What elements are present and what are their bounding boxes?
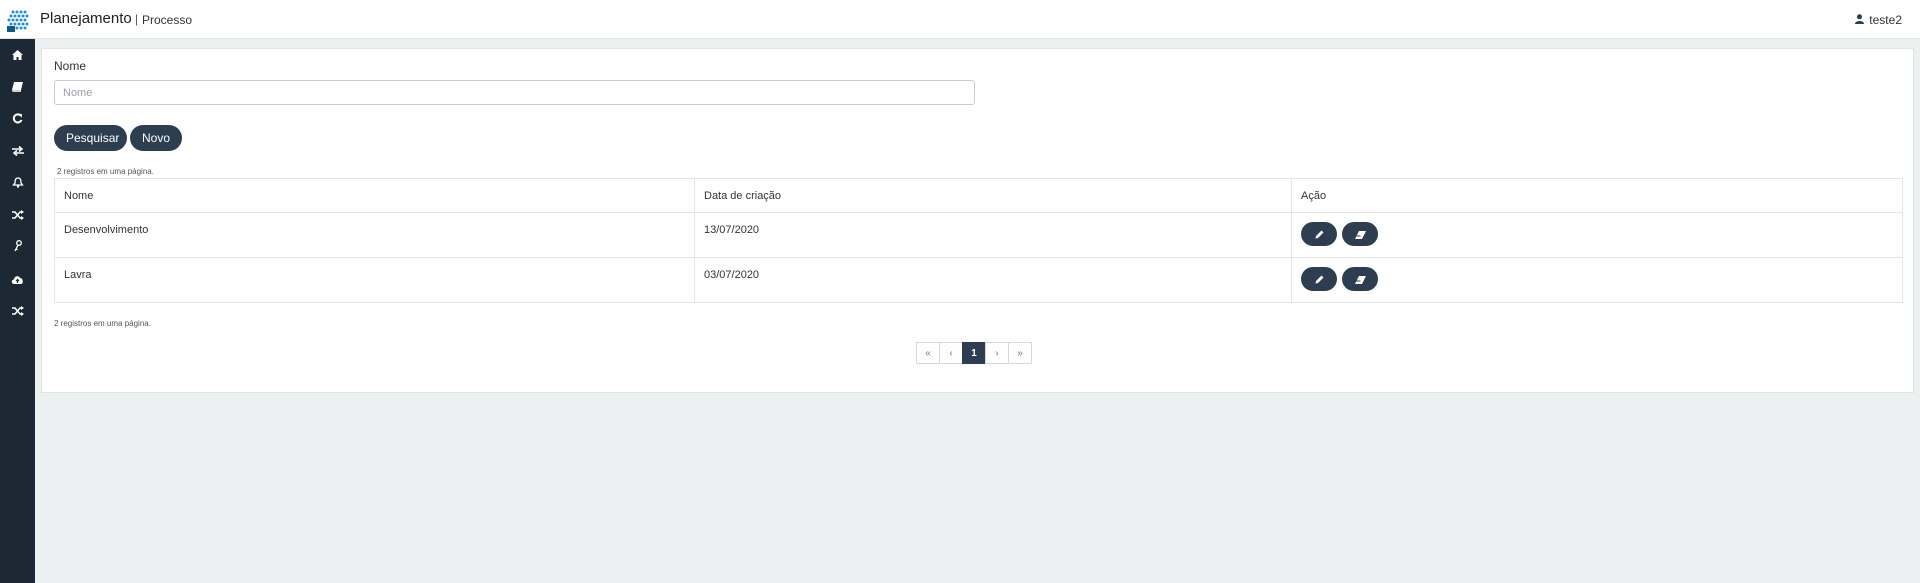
cell-data: 13/07/2020	[694, 212, 1292, 258]
edit-button[interactable]	[1301, 222, 1337, 246]
brand-title[interactable]: Planejamento	[40, 10, 132, 27]
cell-nome: Lavra	[54, 257, 695, 303]
table-row: Lavra 03/07/2020	[54, 257, 1903, 303]
name-label: Nome	[54, 59, 87, 73]
pagination: « ‹ 1 › »	[916, 342, 1032, 364]
user-icon	[1855, 13, 1865, 27]
sidebar-item-random-2[interactable]	[0, 299, 35, 325]
eraser-icon	[1354, 272, 1366, 287]
pencil-icon	[1315, 272, 1324, 287]
sidebar-item-cloud-upload[interactable]	[0, 267, 35, 293]
sidebar-item-bell[interactable]	[0, 171, 35, 197]
page-current-button[interactable]: 1	[962, 342, 986, 364]
cell-acao	[1291, 257, 1903, 303]
key-icon	[13, 239, 23, 257]
brand-separator: |	[135, 12, 139, 26]
page-prev-button[interactable]: ‹	[939, 342, 963, 364]
logo-icon[interactable]	[5, 8, 30, 33]
page-next-button[interactable]: ›	[985, 342, 1009, 364]
table-row: Desenvolvimento 13/07/2020	[54, 212, 1903, 258]
cell-nome: Desenvolvimento	[54, 212, 695, 258]
cloud-upload-icon	[11, 271, 24, 289]
header-data-criacao[interactable]: Data de criação	[694, 178, 1292, 213]
records-info-top: 2 registros em uma página.	[57, 167, 154, 176]
sidebar-item-key[interactable]	[0, 235, 35, 261]
top-bar: Planejamento | Processo teste2	[0, 0, 1920, 39]
exchange-icon	[11, 143, 24, 161]
page-last-button[interactable]: »	[1008, 342, 1032, 364]
bell-icon	[11, 175, 24, 193]
header-nome[interactable]: Nome	[54, 178, 695, 213]
sidebar-item-home[interactable]	[0, 43, 35, 69]
sidebar-item-book[interactable]	[0, 75, 35, 101]
main-panel: Nome Pesquisar Novo 2 registros em uma p…	[41, 48, 1914, 393]
table-header-row: Nome Data de criação Ação	[54, 178, 1903, 213]
pencil-icon	[1315, 227, 1324, 242]
user-menu[interactable]: teste2	[1855, 13, 1902, 27]
sidebar	[0, 39, 35, 583]
cell-data: 03/07/2020	[694, 257, 1292, 303]
eraser-icon	[1354, 227, 1366, 242]
book-icon	[12, 79, 23, 97]
random-icon	[11, 207, 24, 225]
page-first-button[interactable]: «	[916, 342, 940, 364]
records-info-bottom: 2 registros em uma página.	[54, 319, 151, 328]
section-title: Processo	[142, 13, 193, 27]
refresh-icon	[12, 111, 23, 129]
sidebar-item-refresh[interactable]	[0, 107, 35, 133]
home-icon	[12, 47, 23, 65]
search-button[interactable]: Pesquisar	[54, 125, 127, 151]
delete-button[interactable]	[1342, 267, 1378, 291]
name-input[interactable]	[54, 80, 975, 105]
header-acao: Ação	[1291, 178, 1903, 213]
sidebar-item-exchange[interactable]	[0, 139, 35, 165]
sidebar-item-random[interactable]	[0, 203, 35, 229]
new-button[interactable]: Novo	[130, 125, 182, 151]
delete-button[interactable]	[1342, 222, 1378, 246]
results-table: Nome Data de criação Ação Desenvolviment…	[54, 178, 1903, 303]
random-icon	[11, 303, 24, 321]
edit-button[interactable]	[1301, 267, 1337, 291]
cell-acao	[1291, 212, 1903, 258]
user-name: teste2	[1869, 13, 1902, 27]
